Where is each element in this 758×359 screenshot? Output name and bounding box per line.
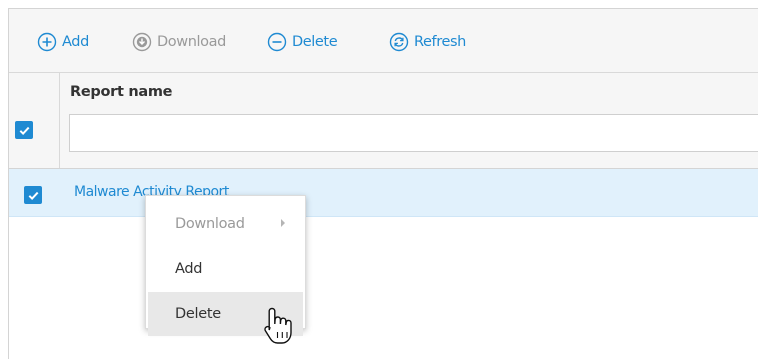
download-button[interactable]: Download — [132, 30, 226, 54]
checkmark-icon — [19, 126, 29, 135]
context-menu-delete-label: Delete — [175, 306, 221, 322]
context-menu-download[interactable]: Download — [146, 202, 305, 246]
minus-circle-icon — [267, 32, 287, 52]
select-all-checkbox[interactable] — [15, 121, 33, 139]
grid-header: Report name — [9, 73, 758, 169]
table-row[interactable]: Malware Activity Report — [9, 169, 758, 217]
context-menu-add[interactable]: Add — [146, 247, 305, 291]
context-menu-add-label: Add — [175, 261, 203, 277]
report-name-column-header[interactable]: Report name — [70, 84, 173, 100]
add-button-label: Add — [62, 34, 89, 50]
hand-pointer-icon — [264, 307, 292, 344]
row-checkbox[interactable] — [24, 186, 42, 204]
download-circle-icon — [132, 32, 152, 52]
report-name-filter-input[interactable] — [69, 114, 758, 152]
toolbar: Add Download Delete Refresh — [9, 9, 758, 73]
select-column-header — [9, 73, 60, 168]
refresh-circle-icon — [389, 32, 409, 52]
checkmark-icon — [28, 191, 38, 200]
refresh-button[interactable]: Refresh — [389, 30, 466, 54]
plus-circle-icon — [37, 32, 57, 52]
add-button[interactable]: Add — [37, 30, 89, 54]
refresh-button-label: Refresh — [414, 34, 466, 50]
report-panel: Add Download Delete Refresh Report name … — [8, 8, 758, 359]
delete-button-label: Delete — [292, 34, 338, 50]
download-button-label: Download — [157, 34, 226, 50]
submenu-arrow-icon — [281, 219, 285, 227]
context-menu-download-label: Download — [175, 216, 245, 232]
delete-button[interactable]: Delete — [267, 30, 338, 54]
